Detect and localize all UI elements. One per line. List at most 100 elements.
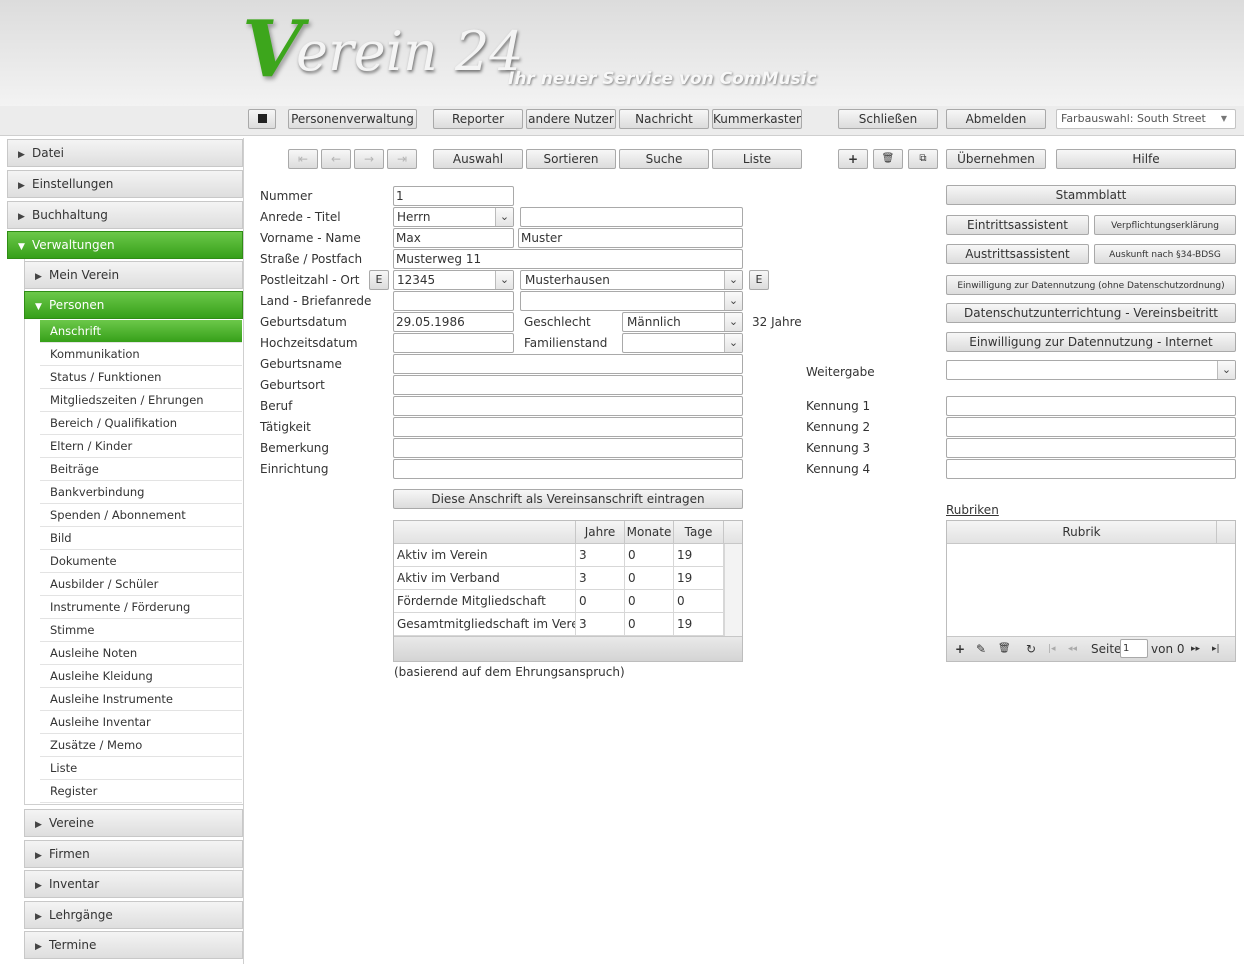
nav-mein-verein[interactable]: ▶ Mein Verein xyxy=(24,261,243,289)
table-scrollbar[interactable] xyxy=(724,544,742,636)
prev-page-icon[interactable]: ◂◂ xyxy=(1068,637,1077,661)
rubriken-link[interactable]: Rubriken xyxy=(946,503,999,517)
kummerkasten-button[interactable]: Kummerkasten xyxy=(712,109,802,129)
auswahl-button[interactable]: Auswahl xyxy=(433,149,523,169)
verpflichtungserklaerung-button[interactable]: Verpflichtungserklärung xyxy=(1094,215,1236,235)
nav-vereine[interactable]: ▶ Vereine xyxy=(24,809,243,837)
kennung4-input[interactable] xyxy=(946,459,1236,479)
abmelden-button[interactable]: Abmelden xyxy=(946,109,1046,129)
liste-button[interactable]: Liste xyxy=(712,149,802,169)
ort-select[interactable]: Musterhausen ⌄ xyxy=(520,270,743,290)
sidebar-item-dokumente[interactable]: Dokumente xyxy=(40,550,242,573)
sidebar-item-kommunikation[interactable]: Kommunikation xyxy=(40,343,242,366)
auskunft-bdsg-button[interactable]: Auskunft nach §34-BDSG xyxy=(1094,244,1236,264)
eintrittsassistent-button[interactable]: Eintrittsassistent xyxy=(946,215,1089,235)
sidebar-item-spenden-abonnement[interactable]: Spenden / Abonnement xyxy=(40,504,242,527)
reporter-button[interactable]: Reporter xyxy=(433,109,523,129)
stammblatt-button[interactable]: Stammblatt xyxy=(946,185,1236,205)
sidebar-item-ausleihe-inventar[interactable]: Ausleihe Inventar xyxy=(40,711,242,734)
sidebar-item-register[interactable]: Register xyxy=(40,780,242,803)
andere-nutzer-button[interactable]: andere Nutzer xyxy=(526,109,616,129)
nav-firmen[interactable]: ▶ Firmen xyxy=(24,840,243,868)
sortieren-button[interactable]: Sortieren xyxy=(526,149,616,169)
plz-e-button[interactable]: E xyxy=(369,270,389,290)
delete-button[interactable]: 🗑 xyxy=(873,149,903,169)
weitergabe-select[interactable]: ⌄ xyxy=(946,360,1236,380)
austrittsassistent-button[interactable]: Austrittsassistent xyxy=(946,244,1089,264)
vorname-input[interactable]: Max xyxy=(393,228,514,248)
refresh-icon[interactable]: ↻ xyxy=(1026,637,1036,661)
sidebar-item-ausleihe-noten[interactable]: Ausleihe Noten xyxy=(40,642,242,665)
nav-verwaltungen[interactable]: ▼ Verwaltungen xyxy=(7,231,243,259)
kennung1-input[interactable] xyxy=(946,396,1236,416)
plz-select[interactable]: 12345 ⌄ xyxy=(393,270,514,290)
sidebar-item-eltern-kinder[interactable]: Eltern / Kinder xyxy=(40,435,242,458)
sidebar-item-bereich-qualifikation[interactable]: Bereich / Qualifikation xyxy=(40,412,242,435)
bemerkung-input[interactable] xyxy=(393,438,743,458)
sidebar-item-stimme[interactable]: Stimme xyxy=(40,619,242,642)
personenverwaltung-button[interactable]: Personenverwaltung xyxy=(288,109,417,129)
uebernehmen-button[interactable]: Übernehmen xyxy=(946,149,1046,169)
einwilligung-internet-button[interactable]: Einwilligung zur Datennutzung - Internet xyxy=(946,332,1236,352)
last-page-icon[interactable]: ▸| xyxy=(1212,637,1220,661)
sidebar-item-instrumente-förderung[interactable]: Instrumente / Förderung xyxy=(40,596,242,619)
name-input[interactable]: Muster xyxy=(518,228,743,248)
menu-toggle-button[interactable] xyxy=(248,109,276,129)
land-input[interactable] xyxy=(393,291,514,311)
hochzeitsdatum-input[interactable] xyxy=(393,333,514,353)
sidebar-item-anschrift[interactable]: Anschrift xyxy=(40,320,242,343)
vereinsanschrift-button[interactable]: Diese Anschrift als Vereinsanschrift ein… xyxy=(393,489,743,509)
ort-e-button[interactable]: E xyxy=(749,270,769,290)
kennung2-input[interactable] xyxy=(946,417,1236,437)
nummer-input[interactable]: 1 xyxy=(393,186,514,206)
add-button[interactable]: + xyxy=(838,149,868,169)
first-record-button[interactable]: ⇤ xyxy=(288,149,318,169)
anrede-select[interactable]: Herrn ⌄ xyxy=(393,207,514,227)
nav-lehrgaenge[interactable]: ▶ Lehrgänge xyxy=(24,901,243,929)
nav-inventar[interactable]: ▶ Inventar xyxy=(24,870,243,898)
sidebar-item-zusätze-memo[interactable]: Zusätze / Memo xyxy=(40,734,242,757)
geburtsdatum-input[interactable]: 29.05.1986 xyxy=(393,312,514,332)
sidebar-item-ausbilder-schüler[interactable]: Ausbilder / Schüler xyxy=(40,573,242,596)
farbauswahl-select[interactable]: Farbauswahl: South Street ▼ xyxy=(1056,109,1236,129)
hilfe-button[interactable]: Hilfe xyxy=(1056,149,1236,169)
nav-termine[interactable]: ▶ Termine xyxy=(24,931,243,959)
beruf-input[interactable] xyxy=(393,396,743,416)
titel-input[interactable] xyxy=(520,207,743,227)
page-input[interactable]: 1 xyxy=(1120,639,1148,658)
geschlecht-select[interactable]: Männlich ⌄ xyxy=(622,312,743,332)
next-record-button[interactable]: → xyxy=(354,149,384,169)
schliessen-button[interactable]: Schließen xyxy=(838,109,938,129)
sidebar-item-ausleihe-instrumente[interactable]: Ausleihe Instrumente xyxy=(40,688,242,711)
nav-einstellungen[interactable]: ▶ Einstellungen xyxy=(7,170,243,198)
sidebar-item-liste[interactable]: Liste xyxy=(40,757,242,780)
prev-record-button[interactable]: ← xyxy=(321,149,351,169)
taetigkeit-input[interactable] xyxy=(393,417,743,437)
next-page-icon[interactable]: ▸▸ xyxy=(1191,637,1200,661)
sidebar-item-status-funktionen[interactable]: Status / Funktionen xyxy=(40,366,242,389)
sidebar-item-bankverbindung[interactable]: Bankverbindung xyxy=(40,481,242,504)
sidebar-item-mitgliedszeiten-ehrungen[interactable]: Mitgliedszeiten / Ehrungen xyxy=(40,389,242,412)
pencil-icon[interactable]: ✎ xyxy=(976,637,986,661)
copy-button[interactable]: ⧉ xyxy=(908,149,938,169)
briefanrede-select[interactable]: ⌄ xyxy=(520,291,743,311)
kennung3-input[interactable] xyxy=(946,438,1236,458)
geburtsname-input[interactable] xyxy=(393,354,743,374)
nav-datei[interactable]: ▶ Datei xyxy=(7,139,243,167)
plus-icon[interactable]: + xyxy=(955,637,965,661)
last-record-button[interactable]: ⇥ xyxy=(387,149,417,169)
geburtsort-input[interactable] xyxy=(393,375,743,395)
einrichtung-input[interactable] xyxy=(393,459,743,479)
sidebar-item-bild[interactable]: Bild xyxy=(40,527,242,550)
sidebar-item-ausleihe-kleidung[interactable]: Ausleihe Kleidung xyxy=(40,665,242,688)
first-page-icon[interactable]: |◂ xyxy=(1048,637,1056,661)
einwilligung-datennutzung-button[interactable]: Einwilligung zur Datennutzung (ohne Date… xyxy=(946,275,1236,295)
strasse-input[interactable]: Musterweg 11 xyxy=(393,249,743,269)
nachricht-button[interactable]: Nachricht xyxy=(619,109,709,129)
suche-button[interactable]: Suche xyxy=(619,149,709,169)
sidebar-item-beiträge[interactable]: Beiträge xyxy=(40,458,242,481)
datenschutzunterrichtung-button[interactable]: Datenschutzunterrichtung - Vereinsbeitri… xyxy=(946,303,1236,323)
nav-personen[interactable]: ▼ Personen xyxy=(24,291,243,319)
trash-icon[interactable]: 🗑 xyxy=(998,637,1011,661)
familienstand-select[interactable]: ⌄ xyxy=(622,333,743,353)
